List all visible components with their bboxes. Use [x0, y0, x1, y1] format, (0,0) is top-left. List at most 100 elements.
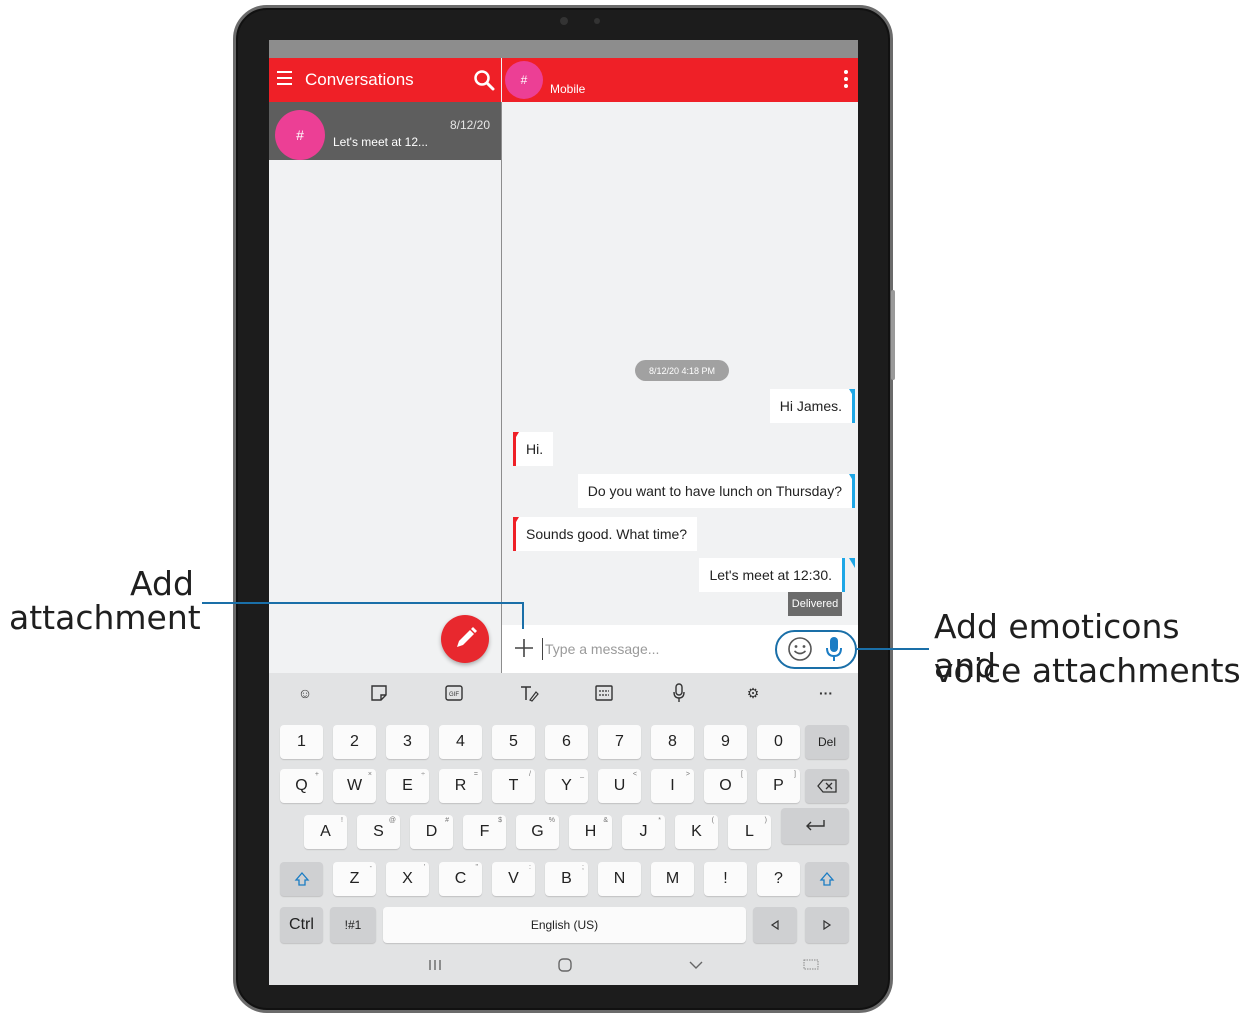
- key[interactable]: V:: [492, 862, 535, 896]
- key-sublabel: !: [341, 817, 343, 824]
- key[interactable]: 4: [439, 725, 482, 759]
- key[interactable]: X ': [386, 862, 429, 896]
- recents-icon[interactable]: [423, 953, 447, 977]
- key[interactable]: P]: [757, 769, 800, 803]
- conversation-item[interactable]: # 8/12/20 Let's meet at 12...: [269, 102, 501, 160]
- key-sublabel: &: [603, 817, 608, 824]
- home-icon[interactable]: [553, 953, 577, 977]
- key[interactable]: 9: [704, 725, 747, 759]
- key[interactable]: ?: [757, 862, 800, 896]
- key[interactable]: O[: [704, 769, 747, 803]
- symbols-key[interactable]: !#1: [330, 907, 376, 943]
- hamburger-menu-icon[interactable]: [277, 71, 292, 85]
- shift-icon: [294, 872, 309, 886]
- tablet-screen: Conversations # 8/12/20 Let's meet at 12…: [269, 40, 858, 985]
- key[interactable]: N: [598, 862, 641, 896]
- key[interactable]: I >: [651, 769, 694, 803]
- key-sublabel: <: [632, 771, 637, 778]
- key-label: !: [723, 870, 728, 887]
- key-sublabel: =: [473, 771, 478, 778]
- arrow-left-icon: [770, 920, 779, 930]
- annotation-emoticons-line2: voice attachments: [934, 651, 1241, 690]
- key[interactable]: Z-: [333, 862, 376, 896]
- cursor-left-key[interactable]: [753, 907, 797, 943]
- key[interactable]: 7: [598, 725, 641, 759]
- sensor: [594, 18, 600, 24]
- key-label: M: [665, 870, 680, 887]
- key[interactable]: S @: [357, 815, 400, 849]
- keyboard-hide-icon[interactable]: [799, 953, 823, 977]
- conversation-preview: Let's meet at 12...: [333, 135, 429, 149]
- delete-key[interactable]: Del: [805, 725, 849, 759]
- key[interactable]: 1: [280, 725, 323, 759]
- back-chevron-down-icon[interactable]: [684, 953, 708, 977]
- key[interactable]: L): [728, 815, 771, 849]
- space-key[interactable]: English (US): [383, 907, 746, 943]
- key-sublabel: @: [388, 817, 396, 824]
- key[interactable]: 6: [545, 725, 588, 759]
- key[interactable]: 3: [386, 725, 429, 759]
- gif-icon[interactable]: GIF: [442, 681, 466, 705]
- key-label: D: [425, 823, 438, 840]
- ctrl-key[interactable]: Ctrl: [280, 907, 323, 943]
- key-sublabel: ": [475, 864, 479, 871]
- key[interactable]: R =: [439, 769, 482, 803]
- bubble-tail: [849, 474, 855, 484]
- settings-gear-icon[interactable]: ⚙: [741, 681, 765, 705]
- key-label: J: [639, 823, 648, 840]
- message-outgoing[interactable]: Let's meet at 12:30.: [699, 558, 845, 592]
- plus-icon[interactable]: [514, 638, 534, 658]
- key[interactable]: Q +: [280, 769, 323, 803]
- key[interactable]: J *: [622, 815, 665, 849]
- message-outgoing[interactable]: Hi James.: [769, 389, 855, 423]
- key-label: B: [561, 870, 572, 887]
- handwriting-icon[interactable]: [517, 681, 541, 705]
- key[interactable]: F $: [463, 815, 506, 849]
- on-screen-keyboard: ☺ GIF ⚙ ··· 1 2 3 4 5 6 7 8 9 0 Del Q + …: [269, 673, 858, 945]
- key-label: G: [531, 823, 544, 840]
- message-input[interactable]: [542, 638, 762, 660]
- key[interactable]: T /: [492, 769, 535, 803]
- message-incoming[interactable]: Hi.: [513, 432, 554, 466]
- emoji-keyboard-icon[interactable]: ☺: [293, 681, 317, 705]
- conversations-header: Conversations: [269, 58, 501, 102]
- shift-key-right[interactable]: [805, 862, 849, 896]
- more-horiz-icon[interactable]: ···: [814, 681, 838, 705]
- key[interactable]: H &: [569, 815, 612, 849]
- key[interactable]: G%: [516, 815, 559, 849]
- bubble-tail: [849, 558, 855, 568]
- key[interactable]: B;: [545, 862, 588, 896]
- key-sublabel: ;: [582, 864, 584, 871]
- message-incoming[interactable]: Sounds good. What time?: [513, 517, 698, 551]
- key-sublabel: *: [658, 817, 661, 824]
- key[interactable]: 2: [333, 725, 376, 759]
- key[interactable]: 0: [757, 725, 800, 759]
- shift-key[interactable]: [280, 862, 323, 896]
- voice-input-icon[interactable]: [667, 681, 691, 705]
- keyboard-mode-icon[interactable]: [592, 681, 616, 705]
- key-sublabel: #: [445, 817, 449, 824]
- key[interactable]: Y _: [545, 769, 588, 803]
- sticker-icon[interactable]: [367, 681, 391, 705]
- key[interactable]: 8: [651, 725, 694, 759]
- avatar[interactable]: #: [505, 61, 543, 99]
- key[interactable]: U <: [598, 769, 641, 803]
- backspace-key[interactable]: [805, 769, 849, 803]
- search-icon[interactable]: [473, 69, 495, 91]
- key[interactable]: M: [651, 862, 694, 896]
- enter-key[interactable]: [781, 808, 849, 844]
- cursor-right-key[interactable]: [805, 907, 849, 943]
- key[interactable]: K(: [675, 815, 718, 849]
- key[interactable]: 5: [492, 725, 535, 759]
- compose-button[interactable]: [441, 615, 489, 663]
- key[interactable]: D #: [410, 815, 453, 849]
- more-vert-icon[interactable]: [844, 70, 848, 90]
- key[interactable]: A!: [304, 815, 347, 849]
- message-outgoing[interactable]: Do you want to have lunch on Thursday?: [577, 474, 855, 508]
- key[interactable]: W ×: [333, 769, 376, 803]
- key[interactable]: E ÷: [386, 769, 429, 803]
- enter-icon: [806, 820, 825, 831]
- key[interactable]: C ": [439, 862, 482, 896]
- side-button: [891, 290, 895, 380]
- key[interactable]: !: [704, 862, 747, 896]
